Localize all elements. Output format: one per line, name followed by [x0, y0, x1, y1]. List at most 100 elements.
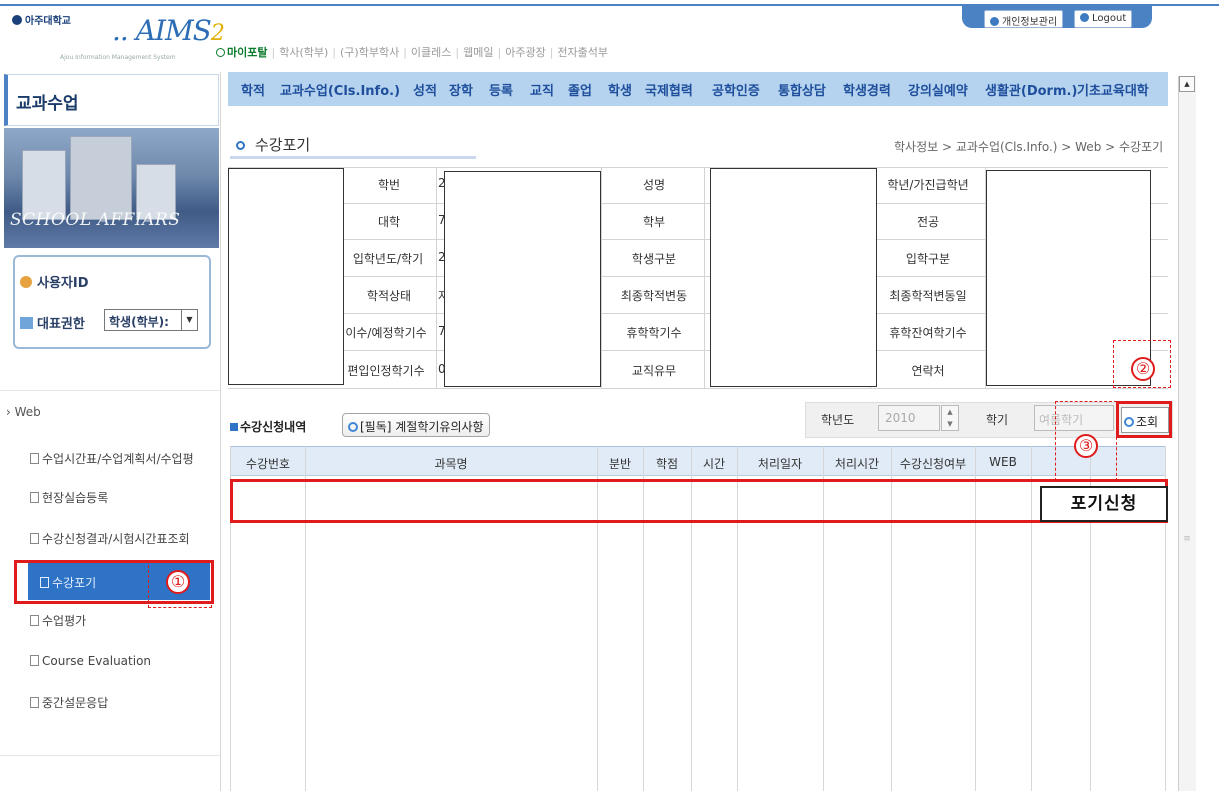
- give-up-request-button[interactable]: 포기신청: [1040, 486, 1168, 522]
- tab-basic-education[interactable]: 기초교육대학: [1077, 80, 1149, 99]
- top-nav-item[interactable]: 아주광장: [505, 46, 545, 59]
- title-underline: [230, 156, 476, 159]
- scroll-up-icon[interactable]: ▲: [1179, 76, 1195, 92]
- sidebar-item-field-practice[interactable]: 현장실습등록: [30, 489, 108, 509]
- user-id: 사용자ID: [20, 272, 89, 291]
- tab-international[interactable]: 국제협력: [645, 80, 693, 99]
- label-last-status-change: 최종학적변동: [604, 287, 704, 304]
- label-department: 학부: [604, 213, 704, 230]
- document-icon: [30, 453, 39, 464]
- document-icon: [30, 697, 39, 708]
- label-major: 전공: [872, 213, 984, 230]
- col-web: WEB: [989, 455, 1017, 469]
- tab-academic-record[interactable]: 학적: [241, 80, 265, 99]
- search-icon: [348, 422, 358, 432]
- tab-counseling[interactable]: 통합상담: [778, 80, 826, 99]
- logout-button[interactable]: Logout: [1074, 10, 1133, 28]
- semester-label: 학기: [986, 413, 1009, 427]
- year-label: 학년도: [821, 413, 855, 427]
- annotation-marker-1: ①: [166, 570, 190, 594]
- redacted-values: [444, 171, 601, 387]
- chevron-down-icon: ▼: [181, 310, 197, 330]
- redacted-values: [710, 168, 877, 387]
- annotation-marker-3: ③: [1074, 434, 1098, 458]
- web-section-header[interactable]: › Web: [6, 405, 41, 419]
- bullet-icon: [230, 423, 238, 431]
- grid-line: [436, 167, 437, 388]
- seasonal-notice-button[interactable]: [필독] 계절학기유의사항: [342, 413, 490, 437]
- label-admission-type: 입학구분: [872, 250, 984, 267]
- tab-room-reservation[interactable]: 강의실예약: [908, 80, 968, 99]
- sidebar-item-midterm-survey[interactable]: 중간설문응답: [30, 694, 108, 714]
- role-select[interactable]: 학생(학부): ▼: [104, 309, 198, 331]
- document-icon: [30, 655, 39, 666]
- grid-line: [601, 167, 602, 388]
- document-icon: [30, 492, 39, 503]
- col-credits: 학점: [655, 457, 679, 471]
- annotation-marker-2: ②: [1131, 357, 1155, 381]
- logout-icon: [1080, 13, 1089, 22]
- sidebar-item-registration-result[interactable]: 수강신청결과/시험시간표조회: [30, 530, 190, 550]
- role-label: 대표권한: [20, 313, 85, 332]
- label-name: 성명: [604, 176, 704, 193]
- top-nav-item[interactable]: 학사(학부): [279, 46, 328, 59]
- logo-subtitle: Ajou Information Management System: [60, 54, 176, 61]
- label-admission-year: 입학년도/학기: [340, 250, 436, 267]
- label-teaching-course: 교직유무: [604, 362, 704, 379]
- label-student-number: 학번: [344, 176, 434, 193]
- aims-logo[interactable]: .. AIMS2: [112, 14, 225, 47]
- tab-grades[interactable]: 성적: [413, 80, 437, 99]
- privacy-button[interactable]: 개인정보관리: [984, 10, 1064, 28]
- breadcrumb: 학사정보 > 교과수업(Cls.Info.) > Web > 수강포기: [894, 140, 1164, 154]
- top-nav-item[interactable]: 웹메일: [463, 46, 493, 59]
- sidebar-title: 교과수업: [4, 74, 219, 126]
- tab-teaching[interactable]: 교직: [530, 80, 554, 99]
- col-section: 분반: [608, 457, 632, 471]
- table-row[interactable]: [230, 479, 1168, 523]
- tab-engineering-cert[interactable]: 공학인증: [712, 80, 760, 99]
- tab-dormitory[interactable]: 생활관(Dorm.): [985, 80, 1077, 99]
- top-nav-item[interactable]: 이클레스: [411, 46, 451, 59]
- top-nav-item[interactable]: 전자출석부: [557, 46, 608, 59]
- col-registration-status: 수강신청여부: [899, 457, 967, 471]
- tab-registration[interactable]: 등록: [489, 80, 513, 99]
- sidebar-item-course-evaluation-kr[interactable]: 수업평가: [30, 612, 86, 632]
- top-nav: 마이포탈 | 학사(학부) | (구)학부학사 | 이클레스 | 웹메일 | 아주광장 | 전자출석부: [216, 44, 608, 60]
- tab-student[interactable]: 학생: [608, 80, 632, 99]
- top-nav-myportal[interactable]: 마이포탈: [227, 46, 267, 59]
- label-student-type: 학생구분: [604, 250, 704, 267]
- col-process-time: 처리시간: [834, 457, 880, 471]
- banner-text: SCHOOL AFFIARS: [10, 210, 181, 230]
- page-scrollbar[interactable]: [1178, 76, 1196, 791]
- sidebar-border: [220, 72, 221, 791]
- role-icon: [20, 317, 33, 329]
- document-icon: [30, 533, 39, 544]
- school-banner-image: SCHOOL AFFIARS: [4, 128, 219, 248]
- sidebar-divider: [0, 390, 220, 391]
- tab-class-info[interactable]: 교과수업(Cls.Info.): [280, 80, 400, 99]
- tab-scholarship[interactable]: 장학: [449, 80, 473, 99]
- university-logo[interactable]: 아주대학교: [12, 12, 71, 27]
- year-spinner[interactable]: ▲ ▼: [941, 405, 959, 431]
- sidebar-item-timetable[interactable]: 수업시간표/수업계획서/수업평: [30, 450, 194, 470]
- user-icon: [20, 276, 32, 288]
- user-info-box: [13, 255, 211, 349]
- label-leave-semesters: 휴학학기수: [604, 324, 704, 341]
- top-nav-item[interactable]: (구)학부학사: [340, 46, 399, 59]
- tab-graduation[interactable]: 졸업: [568, 80, 592, 99]
- year-input[interactable]: 2010: [878, 405, 940, 431]
- label-last-status-date: 최종학적변동일: [872, 287, 984, 304]
- table-body: [230, 476, 1165, 791]
- annotation-box-2: [1116, 401, 1172, 438]
- col-course-name: 과목명: [434, 457, 468, 471]
- label-grade-level: 학년/가진급학년: [872, 176, 984, 193]
- home-icon: [216, 48, 225, 57]
- tab-student-career[interactable]: 학생경력: [843, 80, 891, 99]
- redacted-photo: [228, 168, 344, 385]
- scroll-grip-icon[interactable]: ≡: [1180, 534, 1194, 550]
- col-process-date: 처리일자: [757, 457, 803, 471]
- col-time: 시간: [702, 457, 726, 471]
- sidebar-bottom-divider: [0, 755, 220, 756]
- bullet-icon: [236, 141, 245, 150]
- sidebar-item-course-evaluation[interactable]: Course Evaluation: [30, 654, 151, 674]
